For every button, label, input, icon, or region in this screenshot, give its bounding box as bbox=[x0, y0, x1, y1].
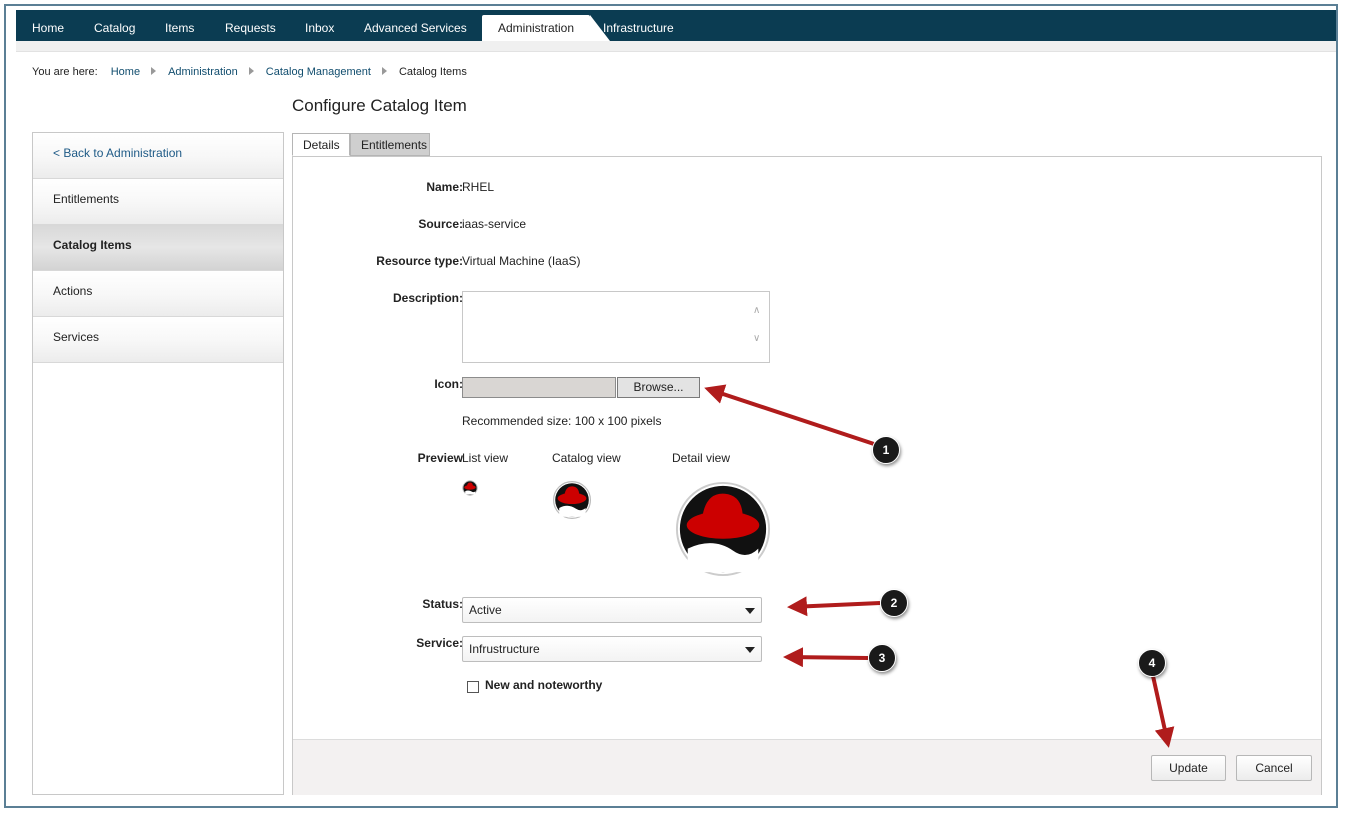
breadcrumb-home[interactable]: Home bbox=[111, 66, 140, 78]
annotation-badge-1: 1 bbox=[872, 436, 900, 464]
breadcrumb: You are here: Home Administration Catalog … bbox=[32, 66, 467, 78]
sidebar: < Back to Administration Entitlements Ca… bbox=[32, 132, 284, 795]
page-title: Configure Catalog Item bbox=[292, 96, 467, 115]
tab-infrastructure[interactable]: Infrastructure bbox=[603, 10, 674, 41]
tab-catalog[interactable]: Catalog bbox=[94, 10, 135, 41]
tab-entitlements[interactable]: Entitlements bbox=[350, 133, 430, 156]
sidebar-item-services[interactable]: Services bbox=[33, 317, 283, 363]
icon-file-input[interactable] bbox=[462, 377, 616, 398]
tab-requests[interactable]: Requests bbox=[225, 10, 276, 41]
recommended-size-text: Recommended size: 100 x 100 pixels bbox=[462, 414, 662, 428]
breadcrumb-separator-icon bbox=[248, 67, 254, 75]
status-select[interactable]: Active bbox=[462, 597, 762, 623]
tab-advanced-services[interactable]: Advanced Services bbox=[364, 10, 467, 41]
annotation-badge-2: 2 bbox=[880, 589, 908, 617]
new-noteworthy-checkbox[interactable] bbox=[467, 681, 479, 693]
annotation-badge-4: 4 bbox=[1138, 649, 1166, 677]
scroll-down-icon[interactable]: ∨ bbox=[753, 333, 760, 344]
status-label: Status: bbox=[422, 597, 463, 611]
breadcrumb-separator-icon bbox=[151, 67, 157, 75]
browse-button[interactable]: Browse... bbox=[617, 377, 700, 398]
preview-catalog-label: Catalog view bbox=[552, 451, 621, 465]
redhat-logo-small-icon bbox=[462, 480, 478, 496]
scroll-up-icon[interactable]: ∧ bbox=[753, 305, 760, 316]
breadcrumb-administration[interactable]: Administration bbox=[168, 66, 238, 78]
new-noteworthy-label: New and noteworthy bbox=[485, 678, 603, 692]
breadcrumb-catalog-management[interactable]: Catalog Management bbox=[266, 66, 371, 78]
update-button[interactable]: Update bbox=[1151, 755, 1226, 781]
description-label: Description: bbox=[392, 291, 463, 305]
redhat-logo-large-icon bbox=[675, 481, 771, 577]
source-label: Source: bbox=[418, 217, 463, 231]
preview-detail-label: Detail view bbox=[672, 451, 731, 465]
sidebar-item-entitlements[interactable]: Entitlements bbox=[33, 179, 283, 225]
redhat-logo-medium-icon bbox=[553, 481, 591, 519]
preview-list-label: List view bbox=[462, 451, 509, 465]
source-value: iaas-service bbox=[462, 217, 527, 231]
cancel-button[interactable]: Cancel bbox=[1236, 755, 1312, 781]
tab-items[interactable]: Items bbox=[165, 10, 194, 41]
description-textarea[interactable] bbox=[462, 291, 770, 363]
chevron-down-icon bbox=[745, 608, 755, 614]
sidebar-item-actions[interactable]: Actions bbox=[33, 271, 283, 317]
tab-home[interactable]: Home bbox=[32, 10, 64, 41]
icon-label: Icon: bbox=[434, 377, 463, 391]
breadcrumb-separator-icon bbox=[381, 67, 387, 75]
details-panel bbox=[292, 156, 1322, 795]
preview-label: Preview bbox=[417, 451, 463, 465]
sidebar-item-back[interactable]: < Back to Administration bbox=[33, 133, 283, 179]
chevron-down-icon bbox=[745, 647, 755, 653]
annotation-badge-3: 3 bbox=[868, 644, 896, 672]
breadcrumb-prefix: You are here: bbox=[32, 66, 98, 78]
name-label: Name: bbox=[426, 180, 463, 194]
tab-details[interactable]: Details bbox=[292, 133, 350, 156]
service-label: Service: bbox=[416, 636, 463, 650]
name-value: RHEL bbox=[462, 180, 495, 194]
service-select[interactable]: Infrustructure bbox=[462, 636, 762, 662]
resource-type-value: Virtual Machine (IaaS) bbox=[462, 254, 581, 268]
tab-inbox[interactable]: Inbox bbox=[305, 10, 334, 41]
status-selected-value: Active bbox=[469, 603, 502, 617]
sub-nav-bar bbox=[16, 41, 1336, 52]
breadcrumb-current: Catalog Items bbox=[398, 66, 467, 78]
service-selected-value: Infrustructure bbox=[469, 642, 540, 656]
top-nav: Home Catalog Items Requests Inbox Advanc… bbox=[16, 10, 1336, 46]
sidebar-item-catalog-items[interactable]: Catalog Items bbox=[33, 225, 283, 271]
resource-type-label: Resource type: bbox=[376, 254, 463, 268]
